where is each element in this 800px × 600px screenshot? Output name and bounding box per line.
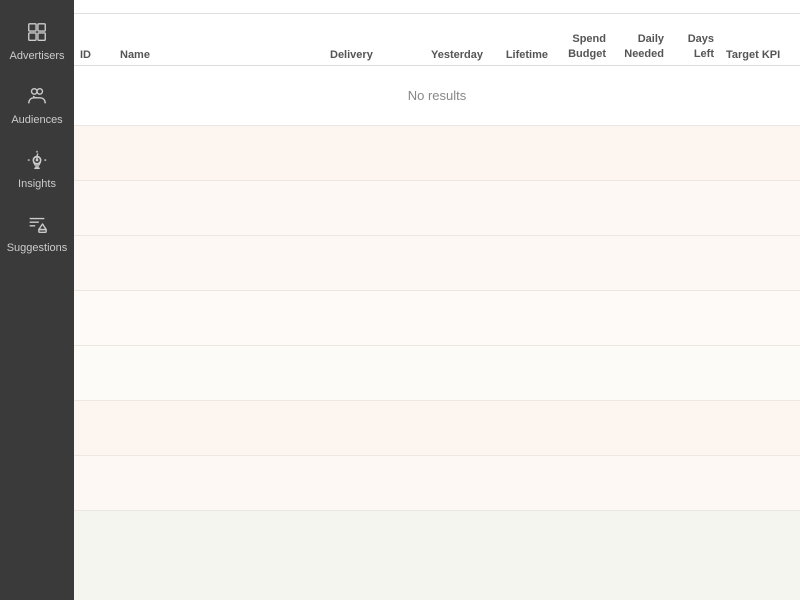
col-header-days-left: Days Left xyxy=(670,32,720,61)
audiences-icon xyxy=(23,82,51,110)
sidebar: Advertisers Audiences xyxy=(0,0,74,600)
advertisers-icon xyxy=(23,18,51,46)
col-header-lifetime: Lifetime xyxy=(489,49,554,61)
sidebar-item-advertisers[interactable]: Advertisers xyxy=(0,8,74,72)
main-content: ID Name Delivery Yesterday Lifetime Spen… xyxy=(74,0,800,600)
sidebar-item-audiences-label: Audiences xyxy=(11,114,62,126)
table-row xyxy=(74,346,800,401)
insights-icon xyxy=(23,146,51,174)
table-header: ID Name Delivery Yesterday Lifetime Spen… xyxy=(74,14,800,66)
suggestions-icon xyxy=(23,210,51,238)
table-row xyxy=(74,126,800,181)
sidebar-item-suggestions[interactable]: Suggestions xyxy=(0,200,74,264)
table-row xyxy=(74,181,800,236)
sidebar-item-audiences[interactable]: Audiences xyxy=(0,72,74,136)
table-row xyxy=(74,401,800,456)
sidebar-item-advertisers-label: Advertisers xyxy=(9,50,64,62)
col-header-target-kpi: Target KPI xyxy=(720,49,800,61)
sidebar-item-insights-label: Insights xyxy=(18,178,56,190)
table-container: ID Name Delivery Yesterday Lifetime Spen… xyxy=(74,14,800,600)
col-header-spend-budget: Spend Budget xyxy=(554,32,612,61)
col-header-yesterday: Yesterday xyxy=(414,49,489,61)
col-header-name: Name xyxy=(114,49,324,61)
table-row xyxy=(74,236,800,291)
sidebar-item-insights[interactable]: Insights xyxy=(0,136,74,200)
top-bar xyxy=(74,0,800,14)
table-row xyxy=(74,456,800,511)
no-results-message: No results xyxy=(74,66,800,126)
sidebar-item-suggestions-label: Suggestions xyxy=(7,242,68,254)
col-header-delivery: Delivery xyxy=(324,49,414,61)
col-header-id: ID xyxy=(74,49,114,61)
col-header-daily-needed: Daily Needed xyxy=(612,32,670,61)
table-row xyxy=(74,291,800,346)
